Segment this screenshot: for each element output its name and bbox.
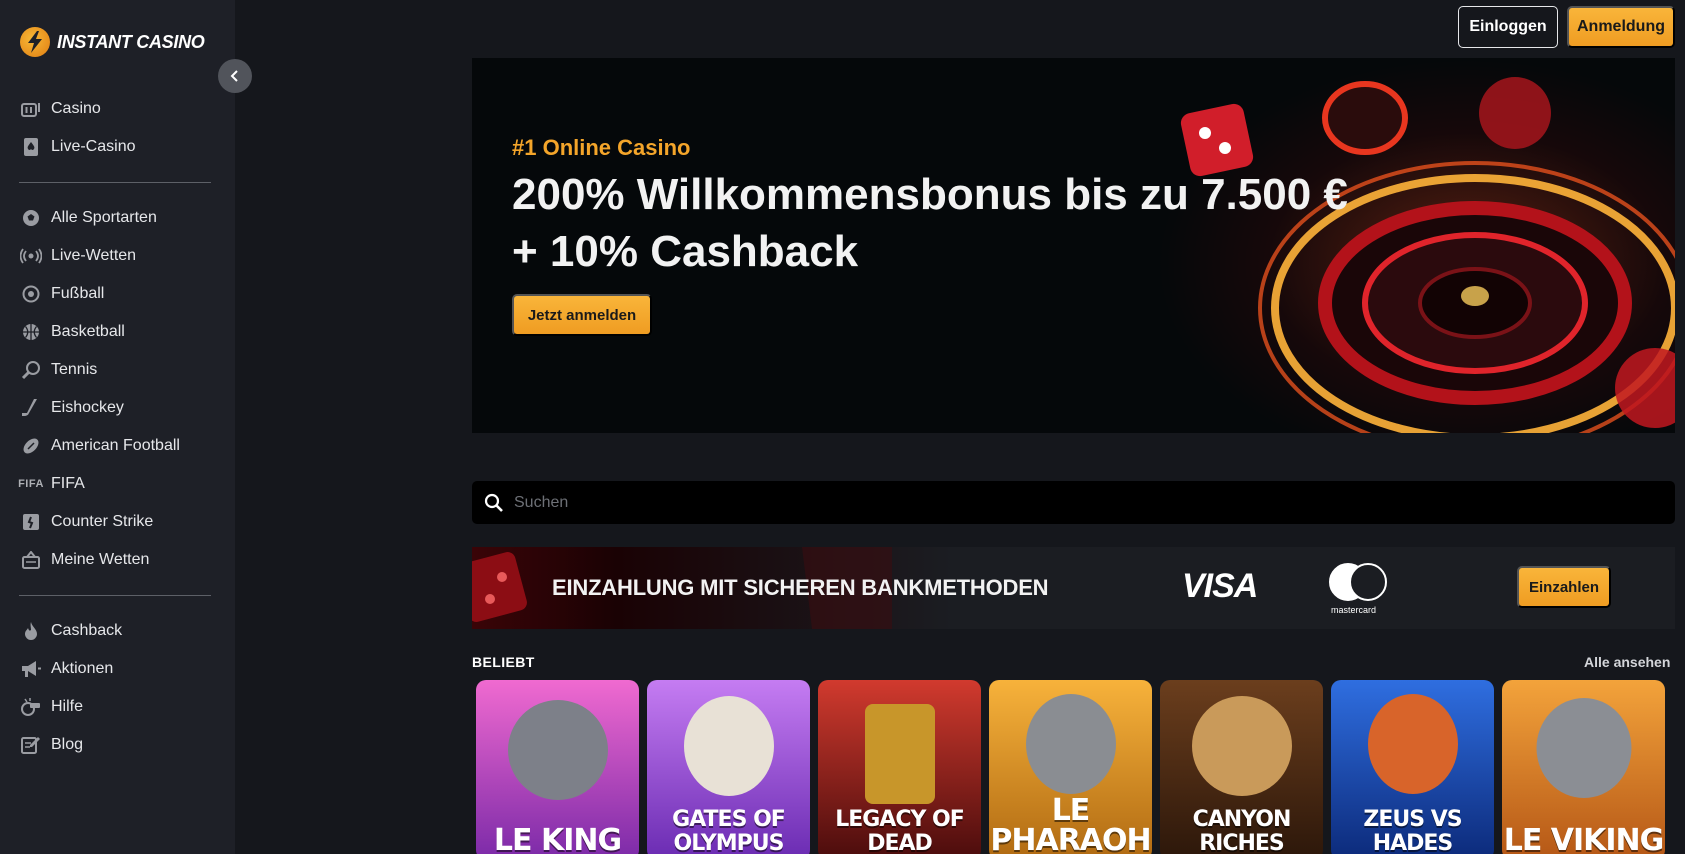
sidebar-item-label: FIFA	[51, 475, 85, 492]
edit-icon	[19, 733, 43, 757]
collapse-sidebar-button[interactable]	[218, 59, 252, 93]
search-input[interactable]	[514, 493, 1614, 512]
game-tile-le-viking[interactable]: LE VIKING	[1502, 680, 1665, 854]
sidebar-item-label: Basketball	[51, 323, 125, 340]
sidebar-item-fifa[interactable]: FIFA FIFA	[0, 465, 235, 503]
login-button[interactable]: Einloggen	[1458, 6, 1558, 48]
hero-banner[interactable]: #1 Online Casino 200% Willkommensbonus b…	[472, 58, 1675, 433]
basketball-icon	[19, 320, 43, 344]
whistle-icon	[19, 695, 43, 719]
soccer-ball-icon	[19, 206, 43, 230]
sidebar: INSTANT CASINO Casino Live-Casino Alle S…	[0, 0, 235, 854]
card-spade-icon	[19, 135, 43, 159]
flame-icon	[19, 619, 43, 643]
game-character	[1367, 694, 1458, 794]
hockey-stick-icon	[19, 396, 43, 420]
sidebar-item-label: Fußball	[51, 285, 105, 302]
sidebar-item-ice-hockey[interactable]: Eishockey	[0, 389, 235, 427]
mastercard-circle-right	[1349, 563, 1387, 601]
brand-logo[interactable]: INSTANT CASINO	[20, 27, 205, 57]
sidebar-item-label: Live-Wetten	[51, 247, 137, 264]
sidebar-item-label: Casino	[51, 100, 101, 117]
game-tile-canyon-riches[interactable]: CANYON RICHES	[1160, 680, 1323, 854]
sidebar-item-cashback[interactable]: Cashback	[0, 612, 235, 650]
sidebar-item-live-casino[interactable]: Live-Casino	[0, 128, 235, 166]
sidebar-item-tennis[interactable]: Tennis	[0, 351, 235, 389]
games-row: LE KING GATES OF OLYMPUS LEGACY OF DEAD …	[476, 680, 1685, 854]
game-character	[507, 700, 608, 800]
nav-divider	[19, 595, 211, 596]
american-football-icon	[19, 434, 43, 458]
search-icon	[484, 493, 503, 512]
deposit-text: EINZAHLUNG MIT SICHEREN BANKMETHODEN	[552, 575, 1049, 600]
game-tile-le-king[interactable]: LE KING	[476, 680, 639, 854]
sidebar-item-promotions[interactable]: Aktionen	[0, 650, 235, 688]
search-bar[interactable]	[472, 481, 1675, 524]
sidebar-item-label: Meine Wetten	[51, 551, 150, 568]
slot-machine-icon	[19, 97, 43, 121]
sidebar-item-my-bets[interactable]: Meine Wetten	[0, 541, 235, 579]
chevron-left-icon	[230, 70, 238, 82]
sidebar-item-all-sports[interactable]: Alle Sportarten	[0, 199, 235, 237]
sidebar-item-label: Alle Sportarten	[51, 209, 157, 226]
sidebar-item-counter-strike[interactable]: Counter Strike	[0, 503, 235, 541]
deposit-banner: EINZAHLUNG MIT SICHEREN BANKMETHODEN VIS…	[472, 547, 1675, 629]
nav-divider	[19, 182, 211, 183]
game-tile-le-pharaoh[interactable]: LE PHARAOH	[989, 680, 1152, 854]
sidebar-item-label: Live-Casino	[51, 138, 136, 155]
sidebar-nav: Casino Live-Casino Alle Sportarten Live-…	[0, 90, 235, 764]
game-title: LE KING	[493, 823, 622, 854]
sidebar-item-label: Hilfe	[51, 698, 84, 715]
counter-strike-icon	[19, 510, 43, 534]
sidebar-item-label: Aktionen	[51, 660, 114, 677]
sidebar-item-live-bets[interactable]: Live-Wetten	[0, 237, 235, 275]
deposit-button[interactable]: Einzahlen	[1517, 566, 1611, 608]
game-character	[1025, 694, 1116, 794]
sidebar-item-basketball[interactable]: Basketball	[0, 313, 235, 351]
sidebar-item-casino[interactable]: Casino	[0, 90, 235, 128]
sidebar-item-label: Counter Strike	[51, 513, 154, 530]
game-tile-legacy-of-dead[interactable]: LEGACY OF DEAD	[818, 680, 981, 854]
lightning-icon	[20, 27, 50, 57]
mastercard-logo: mastercard	[1327, 563, 1389, 617]
sidebar-item-blog[interactable]: Blog	[0, 726, 235, 764]
game-character	[1536, 698, 1631, 798]
football-icon	[19, 282, 43, 306]
tennis-icon	[19, 358, 43, 382]
hero-signup-button[interactable]: Jetzt anmelden	[512, 294, 652, 336]
sidebar-item-football[interactable]: Fußball	[0, 275, 235, 313]
mastercard-label: mastercard	[1331, 605, 1377, 615]
game-character	[683, 696, 774, 796]
sidebar-item-american-football[interactable]: American Football	[0, 427, 235, 465]
sidebar-item-label: Cashback	[51, 622, 123, 639]
game-title: ZEUS VS HADES	[1363, 807, 1462, 854]
game-title: LE VIKING	[1503, 823, 1665, 854]
game-character	[864, 704, 935, 804]
sidebar-item-label: Blog	[51, 736, 84, 753]
hero-kicker: #1 Online Casino	[512, 135, 691, 160]
sidebar-item-help[interactable]: Hilfe	[0, 688, 235, 726]
sidebar-item-label: American Football	[51, 437, 180, 454]
sidebar-item-label: Tennis	[51, 361, 98, 378]
game-title: CANYON RICHES	[1192, 807, 1292, 854]
game-title: LE PHARAOH	[990, 793, 1151, 854]
broadcast-icon	[19, 244, 43, 268]
ticket-icon	[19, 548, 43, 572]
fifa-icon: FIFA	[18, 478, 44, 490]
signup-button[interactable]: Anmeldung	[1567, 6, 1675, 48]
hero-title: 200% Willkommensbonus bis zu 7.500 € + 1…	[512, 170, 1348, 276]
section-title: BELIEBT	[472, 654, 535, 670]
game-tile-zeus-vs-hades[interactable]: ZEUS VS HADES	[1331, 680, 1494, 854]
game-tile-gates-of-olympus[interactable]: GATES OF OLYMPUS	[647, 680, 810, 854]
game-character	[1191, 696, 1292, 796]
view-all-link[interactable]: Alle ansehen	[1584, 654, 1670, 670]
brand-name: INSTANT CASINO	[57, 31, 205, 52]
game-title: LEGACY OF DEAD	[835, 807, 965, 854]
megaphone-icon	[19, 657, 43, 681]
game-title: GATES OF OLYMPUS	[672, 807, 786, 854]
sidebar-item-label: Eishockey	[51, 399, 124, 416]
visa-logo: VISA	[1182, 567, 1258, 605]
